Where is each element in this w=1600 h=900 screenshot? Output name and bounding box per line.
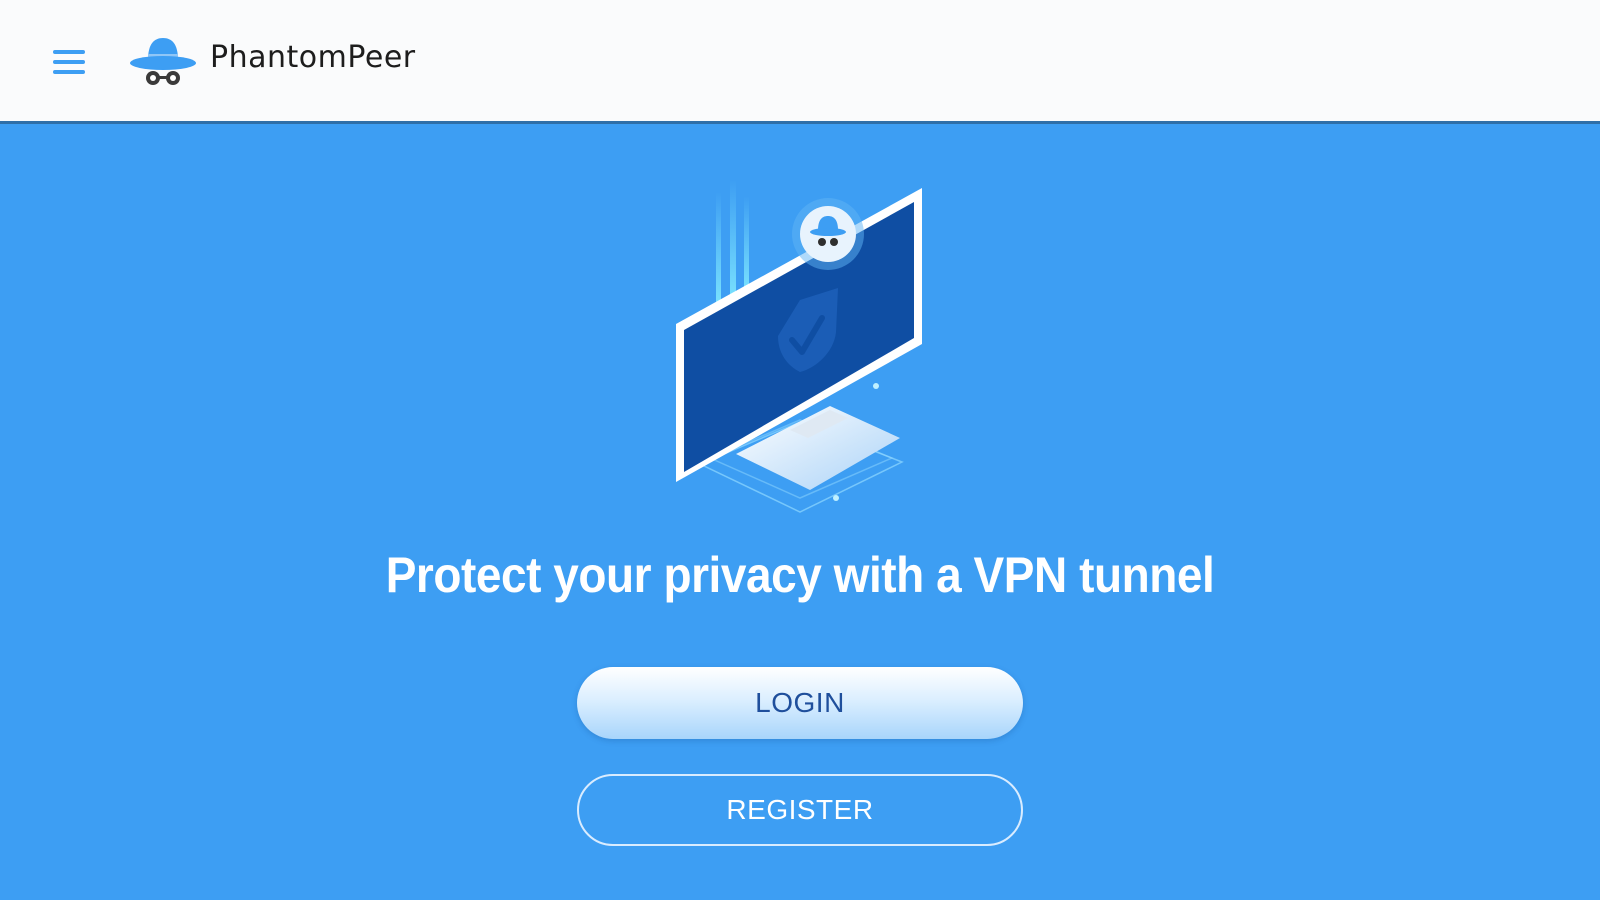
monitor-shield-check-illustration: [676, 180, 922, 513]
login-button[interactable]: LOGIN: [577, 667, 1023, 739]
brand-name: PhantomPeer: [210, 40, 416, 75]
app-window: PhantomPeer Protect your privacy with a …: [0, 0, 1600, 900]
hamburger-menu-icon[interactable]: [46, 42, 90, 82]
headline: Protect your privacy with a VPN tunnel: [385, 547, 1215, 603]
top-bar: PhantomPeer: [0, 0, 1600, 124]
incognito-hat-logo-icon: [130, 38, 196, 85]
register-button[interactable]: REGISTER: [577, 774, 1023, 846]
